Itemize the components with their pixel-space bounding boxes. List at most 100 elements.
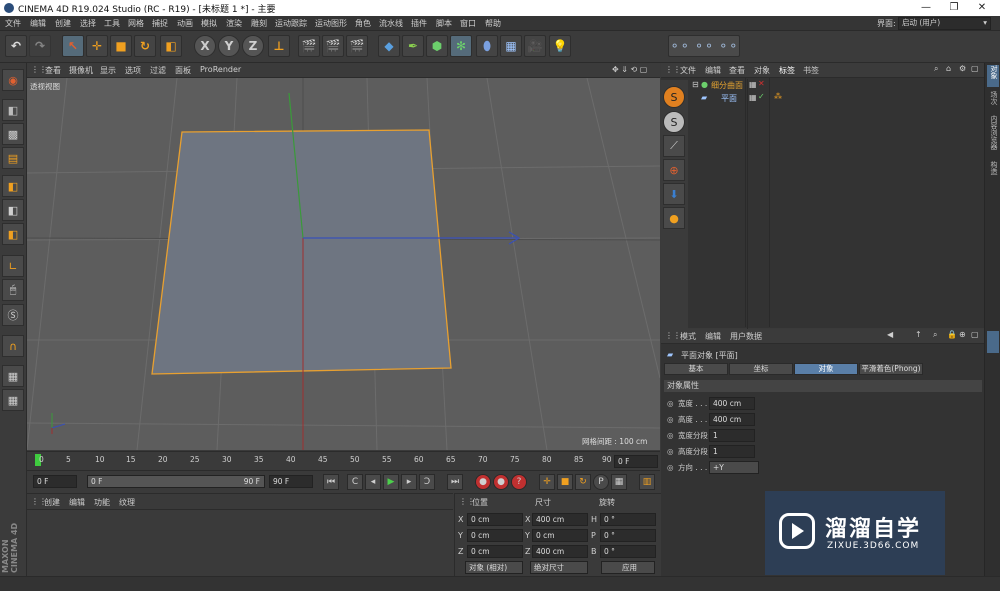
- tab-basic[interactable]: 基本: [664, 363, 728, 375]
- texture-mode-button[interactable]: ▩: [2, 123, 24, 145]
- layout-select[interactable]: 启动 (用户) ▾: [898, 17, 991, 30]
- current-frame-field[interactable]: 0 F: [614, 455, 658, 468]
- xyz-tool-button[interactable]: ●: [663, 207, 685, 229]
- go-start-button[interactable]: ⏮: [323, 474, 339, 490]
- radio-icon[interactable]: ◎: [667, 399, 674, 408]
- render-picture-viewer-button[interactable]: 🎬: [322, 35, 344, 57]
- attr-menu-mode[interactable]: 模式: [680, 331, 696, 342]
- enabled-check-icon[interactable]: ✓: [758, 92, 765, 101]
- orientation-select[interactable]: +Y: [709, 461, 759, 474]
- rot-p-field[interactable]: 0 °: [600, 529, 656, 542]
- menu-tools[interactable]: 工具: [104, 18, 120, 29]
- tree-item-plane[interactable]: ▰ 平面 ▦ ✓ ⁂: [689, 92, 984, 104]
- mat-menu-edit[interactable]: 编辑: [69, 497, 85, 508]
- up-arrow-icon[interactable]: ↑: [915, 330, 922, 339]
- cube-primitive-button[interactable]: ◆: [378, 35, 400, 57]
- next-key-button[interactable]: Ɔ: [419, 474, 435, 490]
- snap-tool-button[interactable]: S: [663, 86, 685, 108]
- radio-icon[interactable]: ◎: [667, 415, 674, 424]
- layer-icon[interactable]: ▦: [749, 93, 757, 102]
- size-z-field[interactable]: 400 cm: [532, 545, 588, 558]
- tree-item-subdivision[interactable]: ⊟ ● 细分曲面 ▦ ✕: [689, 79, 984, 329]
- side-tab-takes[interactable]: 场次: [987, 91, 999, 113]
- tab-coord[interactable]: 坐标: [729, 363, 793, 375]
- mograph-button[interactable]: ✻: [450, 35, 472, 57]
- snap-settings-button[interactable]: S: [663, 111, 685, 133]
- obj-menu-view[interactable]: 查看: [729, 65, 745, 76]
- maximize-button[interactable]: ❐: [940, 1, 968, 15]
- gear-icon[interactable]: ⚙: [959, 64, 966, 73]
- key-position-button[interactable]: ✛: [539, 474, 555, 490]
- close-button[interactable]: ✕: [968, 1, 996, 15]
- lock-workplane-button[interactable]: ▦: [2, 365, 24, 387]
- viewport-nav-icons[interactable]: ✥ ⇓ ⟲ ▢: [612, 65, 647, 74]
- perspective-viewport[interactable]: 透视视图 网格间距 : 100 cm: [27, 78, 660, 450]
- x-axis-button[interactable]: X: [194, 35, 216, 57]
- expand-icon[interactable]: ▢: [971, 330, 979, 339]
- menu-mograph[interactable]: 运动图形: [315, 18, 347, 29]
- next-frame-button[interactable]: ▸: [401, 474, 417, 490]
- obj-menu-tags[interactable]: 标签: [779, 65, 795, 76]
- side-tab-content-browser[interactable]: 内容浏览器: [987, 115, 999, 159]
- radio-icon[interactable]: ◎: [667, 431, 674, 440]
- obj-menu-file[interactable]: 文件: [680, 65, 696, 76]
- redo-button[interactable]: ↷: [29, 35, 51, 57]
- attr-menu-userdata[interactable]: 用户数据: [730, 331, 762, 342]
- menu-edit[interactable]: 编辑: [30, 18, 46, 29]
- plane-object[interactable]: [151, 129, 452, 375]
- menu-help[interactable]: 帮助: [485, 18, 501, 29]
- coord-mode-select[interactable]: 对象 (相对): [465, 561, 523, 574]
- menu-select[interactable]: 选择: [80, 18, 96, 29]
- vp-menu-options[interactable]: 选项: [125, 65, 141, 76]
- menu-window[interactable]: 窗口: [460, 18, 476, 29]
- pos-x-field[interactable]: 0 cm: [467, 513, 523, 526]
- menu-simulate[interactable]: 模拟: [201, 18, 217, 29]
- size-x-field[interactable]: 400 cm: [532, 513, 588, 526]
- menu-character[interactable]: 角色: [355, 18, 371, 29]
- drop-tool-button[interactable]: ⬇: [663, 183, 685, 205]
- obj-menu-bookmarks[interactable]: 书签: [803, 65, 819, 76]
- workplane-button[interactable]: ▤: [2, 147, 24, 169]
- snap-button[interactable]: Ⓢ: [2, 304, 24, 326]
- obj-menu-edit[interactable]: 编辑: [705, 65, 721, 76]
- end-frame-field[interactable]: 90 F: [269, 475, 313, 488]
- subdivision-button[interactable]: ⬢: [426, 35, 448, 57]
- render-view-button[interactable]: 🎬: [298, 35, 320, 57]
- timeline-layout-button[interactable]: ▥: [639, 474, 655, 490]
- width-field[interactable]: 400 cm: [709, 397, 755, 410]
- search-icon[interactable]: ⌕: [934, 64, 938, 74]
- camera-button[interactable]: 🎥: [524, 35, 546, 57]
- deformer-button[interactable]: ⬮: [476, 35, 498, 57]
- key-rotation-button[interactable]: ↻: [575, 474, 591, 490]
- pos-z-field[interactable]: 0 cm: [467, 545, 523, 558]
- menu-sculpt[interactable]: 雕刻: [251, 18, 267, 29]
- key-param-button[interactable]: P: [593, 474, 609, 490]
- layer-icon[interactable]: ▦: [749, 80, 757, 89]
- align-tool-button[interactable]: ⟋: [663, 135, 685, 157]
- vp-menu-filter[interactable]: 过滤: [150, 65, 166, 76]
- menu-render[interactable]: 渲染: [226, 18, 242, 29]
- rot-h-field[interactable]: 0 °: [600, 513, 656, 526]
- model-mode-button[interactable]: ◧: [2, 99, 24, 121]
- prev-frame-button[interactable]: ◂: [365, 474, 381, 490]
- radio-icon[interactable]: ◎: [667, 447, 674, 456]
- play-button[interactable]: ▶: [383, 474, 399, 490]
- side-tab-objects[interactable]: 对象: [987, 65, 999, 87]
- new-panel-icon[interactable]: ⊕: [959, 330, 966, 339]
- points-mode-button[interactable]: ◧: [2, 175, 24, 197]
- mat-menu-texture[interactable]: 纹理: [119, 497, 135, 508]
- undo-button[interactable]: ↶: [5, 35, 27, 57]
- tab-object[interactable]: 对象: [794, 363, 858, 375]
- size-y-field[interactable]: 0 cm: [532, 529, 588, 542]
- menu-mesh[interactable]: 网格: [128, 18, 144, 29]
- start-frame-field[interactable]: 0 F: [33, 475, 77, 488]
- pen-button[interactable]: ✒: [402, 35, 424, 57]
- enabled-x-icon[interactable]: ✕: [758, 79, 765, 88]
- axis-mode-button[interactable]: ∟: [2, 255, 24, 277]
- obj-menu-objects[interactable]: 对象: [754, 65, 770, 76]
- width-segments-field[interactable]: 1: [709, 429, 755, 442]
- workplane-grid-button[interactable]: ▦: [2, 389, 24, 411]
- vp-menu-prorender[interactable]: ProRender: [200, 65, 241, 74]
- record-button[interactable]: ●: [475, 474, 491, 490]
- light-button[interactable]: 💡: [549, 35, 571, 57]
